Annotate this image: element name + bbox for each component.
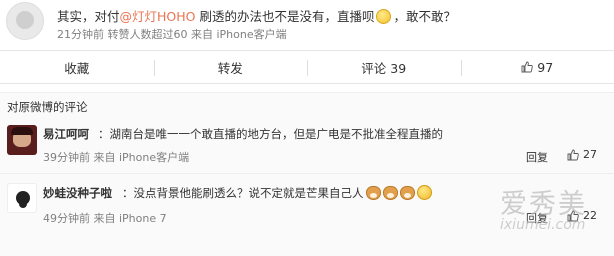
post-avatar[interactable] [6,2,44,40]
post-meta: 21分钟前 转赞人数超过60 来自 iPhone客户端 [57,28,287,41]
dog-emoji-icon [382,186,398,200]
dog-emoji-icon [399,186,415,200]
thumbs-up-icon [567,149,579,161]
post-content: 其实，对付@灯灯HOHO 刷透的办法也不是没有，直播呗 ，敢不敢？ [57,6,456,25]
post-text-start: 其实，对付 [57,9,120,24]
post-text-middle: 刷透的办法也不是没有，直播呗 [195,9,375,24]
comment-button[interactable]: 评论 39 [307,51,461,83]
smirk-emoji-icon [416,185,432,200]
comment-like-button[interactable]: 22 [567,209,597,222]
commenter-name[interactable]: 易江呵呵 [43,126,89,142]
comment-text: ：湖南台是唯一一个敢直播的地方台，但是广电是不批准全程直播的 [98,127,443,141]
comments-section: 对原微博的评论 易江呵呵 ：湖南台是唯一一个敢直播的地方台，但是广电是不批准全程… [0,92,614,256]
action-bar: 收藏 转发 评论 39 97 [0,50,614,84]
comment-text: ：没点背景他能刷透么？说不定就是芒果自己人 [122,185,432,201]
post-text-end: ，敢不敢？ [393,9,456,24]
mention-link[interactable]: @灯灯HOHO [120,9,196,24]
grin-emoji-icon [376,9,392,24]
comment-divider [0,173,614,174]
favorite-button[interactable]: 收藏 [0,51,154,83]
reply-button[interactable]: 回复 [526,210,548,226]
like-button[interactable]: 97 [460,51,614,83]
repost-label: 转发 [217,60,243,76]
comment-label: 评论 39 [361,60,407,76]
weibo-post: 其实，对付@灯灯HOHO 刷透的办法也不是没有，直播呗 ，敢不敢？ 21分钟前 转… [0,0,614,48]
commenter-name[interactable]: 妙蛙没种子啦 [43,185,112,201]
commenter-avatar[interactable] [7,183,37,213]
reply-button[interactable]: 回复 [526,149,548,165]
thumbs-up-icon [567,210,579,222]
comment-like-count: 27 [583,148,597,161]
dog-emoji-icon [365,186,381,200]
repost-button[interactable]: 转发 [153,51,308,83]
commenter-avatar[interactable] [7,125,37,155]
comment-meta: 39分钟前 来自 iPhone客户端 [43,151,190,164]
comment-like-count: 22 [583,209,597,222]
comment-like-button[interactable]: 27 [567,148,597,161]
comments-section-title: 对原微博的评论 [7,100,88,114]
thumbs-up-icon [521,61,534,73]
comment-meta: 49分钟前 来自 iPhone 7 [43,212,167,225]
favorite-label: 收藏 [64,60,90,76]
like-count: 97 [537,59,554,75]
